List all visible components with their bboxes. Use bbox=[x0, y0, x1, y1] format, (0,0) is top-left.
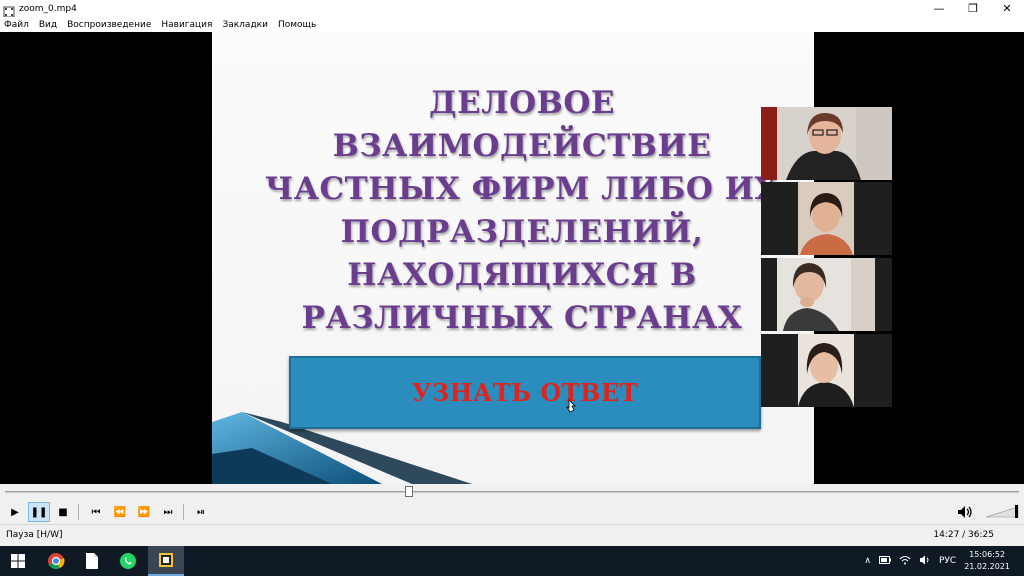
clock-time: 15:06:52 bbox=[969, 550, 1006, 559]
menu-playback[interactable]: Воспроизведение bbox=[67, 20, 151, 30]
slide-title-line: РАЗЛИЧНЫХ СТРАНАХ bbox=[301, 300, 743, 336]
menu-bookmarks[interactable]: Закладки bbox=[222, 20, 268, 30]
separator bbox=[78, 504, 79, 520]
separator bbox=[183, 504, 184, 520]
file-icon[interactable] bbox=[74, 546, 110, 576]
film-icon bbox=[3, 3, 15, 17]
close-button[interactable]: ✕ bbox=[990, 0, 1024, 17]
forward-button[interactable]: ⏩ bbox=[133, 502, 155, 522]
seek-handle[interactable] bbox=[404, 486, 413, 497]
menu-help[interactable]: Помощь bbox=[278, 20, 316, 30]
previous-button[interactable]: ⏮ bbox=[85, 502, 107, 522]
media-player-window: zoom_0.mp4 — ❐ ✕ Файл Вид Воспроизведени… bbox=[0, 0, 1024, 576]
language-indicator[interactable]: РУС bbox=[939, 556, 956, 566]
whatsapp-icon[interactable] bbox=[110, 546, 146, 576]
participant-video-tile[interactable] bbox=[761, 334, 892, 407]
tray-overflow-icon[interactable]: ∧ bbox=[864, 556, 871, 566]
participant-video-tile[interactable] bbox=[761, 258, 892, 331]
slide-title-line: ПОДРАЗДЕЛЕНИЙ, bbox=[340, 214, 704, 250]
chrome-icon[interactable] bbox=[38, 546, 74, 576]
mouse-cursor-icon bbox=[565, 398, 576, 413]
taskbar: ∧ РУС 15:06:52 21.02.2021 bbox=[0, 546, 1024, 576]
status-bar: Пауза [H/W] 14:27 / 36:25 bbox=[0, 524, 1024, 546]
battery-icon[interactable] bbox=[878, 555, 891, 567]
speaker-icon[interactable] bbox=[919, 555, 931, 568]
volume-slider[interactable] bbox=[985, 503, 1020, 519]
playback-time: 14:27 / 36:25 bbox=[933, 530, 994, 540]
slide-title-line: ВЗАИМОДЕЙСТВИЕ bbox=[332, 128, 712, 164]
participant-video-tile[interactable] bbox=[761, 182, 892, 255]
answer-button-label: УЗНАТЬ ОТВЕТ bbox=[411, 378, 639, 407]
menu-bar: Файл Вид Воспроизведение Навигация Закла… bbox=[0, 17, 1024, 32]
answer-button[interactable]: УЗНАТЬ ОТВЕТ bbox=[289, 356, 761, 429]
playback-controls: ▶ ❚❚ ■ ⏮ ⏪ ⏩ ⏭ ⏯ bbox=[0, 500, 1024, 524]
system-clock[interactable]: 15:06:52 21.02.2021 bbox=[964, 549, 1010, 573]
title-bar: zoom_0.mp4 — ❐ ✕ bbox=[0, 0, 1024, 17]
volume-icon[interactable] bbox=[956, 503, 974, 521]
presentation-slide: ДЕЛОВОЕ ВЗАИМОДЕЙСТВИЕ ЧАСТНЫХ ФИРМ ЛИБО… bbox=[212, 32, 814, 484]
window-title: zoom_0.mp4 bbox=[19, 3, 77, 14]
restore-button[interactable]: ❐ bbox=[956, 0, 990, 17]
pause-button[interactable]: ❚❚ bbox=[28, 502, 50, 522]
wifi-icon[interactable] bbox=[899, 555, 911, 568]
media-player-taskbar-icon[interactable] bbox=[148, 546, 184, 576]
slide-title-line: ЧАСТНЫХ ФИРМ ЛИБО ИХ bbox=[264, 171, 780, 207]
seek-bar[interactable] bbox=[0, 484, 1024, 500]
playback-status: Пауза [H/W] bbox=[6, 530, 63, 540]
minimize-button[interactable]: — bbox=[922, 0, 956, 17]
menu-view[interactable]: Вид bbox=[39, 20, 57, 30]
participant-video-tile[interactable] bbox=[761, 107, 892, 180]
play-button[interactable]: ▶ bbox=[4, 502, 26, 522]
menu-navigation[interactable]: Навигация bbox=[161, 20, 212, 30]
frame-step-button[interactable]: ⏯ bbox=[190, 502, 212, 522]
video-area[interactable]: ДЕЛОВОЕ ВЗАИМОДЕЙСТВИЕ ЧАСТНЫХ ФИРМ ЛИБО… bbox=[0, 32, 1024, 484]
next-button[interactable]: ⏭ bbox=[157, 502, 179, 522]
rewind-button[interactable]: ⏪ bbox=[109, 502, 131, 522]
seek-track[interactable] bbox=[5, 491, 1019, 493]
clock-date: 21.02.2021 bbox=[964, 562, 1010, 571]
slide-title: ДЕЛОВОЕ ВЗАИМОДЕЙСТВИЕ ЧАСТНЫХ ФИРМ ЛИБО… bbox=[262, 82, 782, 340]
stop-button[interactable]: ■ bbox=[52, 502, 74, 522]
windows-start-icon[interactable] bbox=[0, 546, 36, 576]
slide-title-line: ДЕЛОВОЕ bbox=[429, 85, 615, 121]
system-tray: ∧ РУС 15:06:52 21.02.2021 bbox=[864, 546, 1024, 576]
menu-file[interactable]: Файл bbox=[4, 20, 29, 30]
slide-title-line: НАХОДЯЩИХСЯ В bbox=[347, 257, 697, 293]
